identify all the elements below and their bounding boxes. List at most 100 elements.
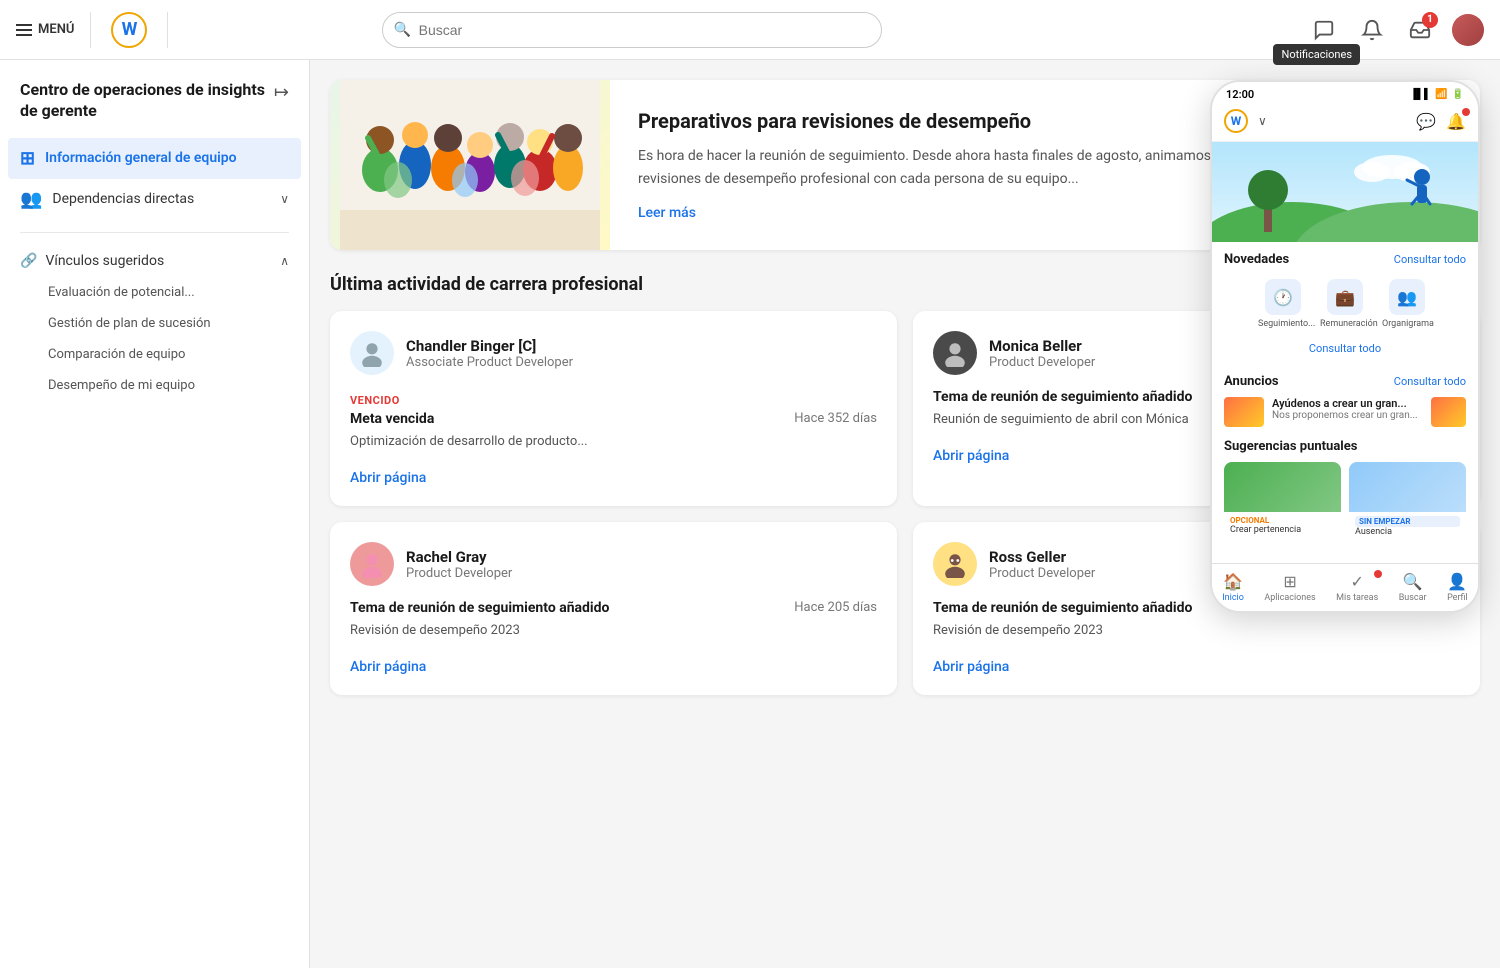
mobile-news-item-0[interactable]: 🕐 Seguimiento... [1258,279,1308,329]
mobile-suggestion-card-0[interactable]: OPCIONAL Crear pertenencia [1224,462,1341,541]
mobile-sugerencias-header: Sugerencias puntuales [1224,439,1466,454]
mobile-header-icons: 💬 🔔 [1416,112,1466,131]
mobile-nav-aplicaciones-label: Aplicaciones [1264,593,1315,603]
mobile-news-icons: 🕐 Seguimiento... 💼 Remuneración 👥 Organi… [1224,275,1466,337]
suggested-links-header[interactable]: 🔗 Vínculos sugeridos ∧ [0,245,309,277]
pin-button[interactable]: ↦ [274,82,289,103]
card-activity-row-chandler: Meta vencida Hace 352 días [350,411,877,427]
mobile-suggestion-name-1: Ausencia [1355,527,1460,537]
person-role-rachel: Product Developer [406,566,877,581]
avatar-chandler [350,331,394,375]
mobile-time: 12:00 [1226,88,1254,101]
sidebar: Centro de operaciones de insights de ger… [0,60,310,968]
activity-card-rachel: Rachel Gray Product Developer Tema de re… [330,522,897,695]
user-avatar[interactable] [1452,14,1484,46]
mobile-suggestion-label-1: SIN EMPEZAR Ausencia [1349,512,1466,541]
signal-icon: ▐▌▌ [1410,89,1431,100]
sidebar-item-label: Información general de equipo [45,150,237,166]
search-input[interactable] [382,12,882,48]
mobile-nav-inicio-label: Inicio [1222,593,1244,603]
nav-icons: 1 [1308,14,1484,46]
notifications-button[interactable] [1356,14,1388,46]
mobile-suggestion-img-1 [1349,462,1466,512]
mobile-nav-perfil[interactable]: 👤 Perfil [1447,572,1468,603]
card-activity-row-rachel: Tema de reunión de seguimiento añadido H… [350,600,877,616]
mobile-novedades-link[interactable]: Consultar todo [1394,253,1466,266]
mobile-news-item-2[interactable]: 👥 Organigrama [1382,279,1432,329]
hamburger-icon [16,24,32,36]
mobile-suggestion-card-1[interactable]: SIN EMPEZAR Ausencia [1349,462,1466,541]
chevron-up-icon: ∧ [280,254,289,268]
card-activity-title-monica: Tema de reunión de seguimiento añadido [933,389,1192,405]
mobile-header: W ∨ 💬 🔔 [1212,105,1478,142]
news-label-seguimiento: Seguimiento... [1258,319,1308,329]
card-link-monica[interactable]: Abrir página [933,448,1009,464]
avatar-ross [933,542,977,586]
mobile-announcement-text: Ayúdenos a crear un gran... Nos proponem… [1272,397,1423,421]
mobile-novedades-header: Novedades Consultar todo [1224,252,1466,267]
person-name-rachel: Rachel Gray [406,548,877,566]
chat-button[interactable] [1308,14,1340,46]
card-days-chandler: Hace 352 días [794,411,877,426]
news-icon-seguimiento: 🕐 [1265,279,1301,315]
card-person-rachel: Rachel Gray Product Developer [350,542,877,586]
hero-read-more-link[interactable]: Leer más [638,205,696,221]
tasks-badge-dot [1374,570,1382,578]
sidebar-item-dependencias[interactable]: 👥 Dependencias directas ∨ [0,179,309,220]
mobile-announcement-image [1224,397,1264,427]
mobile-chat-icon[interactable]: 💬 [1416,112,1436,131]
app-logo[interactable]: W [90,12,168,48]
mobile-anuncios-link[interactable]: Consultar todo [1394,375,1466,388]
link-icon: 🔗 [20,253,37,269]
menu-label: MENÚ [38,22,74,37]
sidebar-subitem-1[interactable]: Gestión de plan de sucesión [20,308,289,339]
sidebar-subitem-2[interactable]: Comparación de equipo [20,339,289,370]
mobile-status-icons: ▐▌▌ 📶 🔋 [1410,89,1464,100]
profile-icon: 👤 [1447,572,1467,591]
person-info-rachel: Rachel Gray Product Developer [406,548,877,581]
mobile-suggestion-label-0: OPCIONAL Crear pertenencia [1224,512,1341,539]
mobile-announcement-title: Ayúdenos a crear un gran... [1272,397,1423,410]
person-info-chandler: Chandler Binger [C] Associate Product De… [406,337,877,370]
top-navigation: MENÚ W 🔍 1 Notificaciones [0,0,1500,60]
search-icon: 🔍 [394,22,411,38]
menu-button[interactable]: MENÚ [16,22,90,37]
inbox-button[interactable]: 1 [1404,14,1436,46]
grid-icon: ⊞ [20,148,35,169]
sidebar-item-info-general[interactable]: ⊞ Información general de equipo [8,138,301,179]
card-person-chandler: Chandler Binger [C] Associate Product De… [350,331,877,375]
mobile-anuncios-header: Anuncios Consultar todo [1224,374,1466,389]
mobile-sugerencias-section: Sugerencias puntuales OPCIONAL Crear per… [1224,439,1466,541]
mobile-anuncios-section: Anuncios Consultar todo Ayúdenos a crear… [1224,374,1466,427]
people-icon: 👥 [20,189,42,210]
mobile-news-item-1[interactable]: 💼 Remuneración [1320,279,1370,329]
news-label-remuneracion: Remuneración [1320,319,1370,329]
mobile-nav-inicio[interactable]: 🏠 Inicio [1222,572,1244,603]
card-link-chandler[interactable]: Abrir página [350,470,426,486]
sidebar-subitem-3[interactable]: Desempeño de mi equipo [20,370,289,401]
card-link-ross[interactable]: Abrir página [933,659,1009,675]
mobile-novedades-consultar-link[interactable]: Consultar todo [1309,342,1381,355]
mobile-nav-perfil-label: Perfil [1447,593,1468,603]
mobile-nav-buscar[interactable]: 🔍 Buscar [1399,572,1427,603]
mobile-nav-mis-tareas[interactable]: ✓ Mis tareas [1336,572,1378,603]
apps-icon: ⊞ [1283,572,1296,591]
person-name-chandler: Chandler Binger [C] [406,337,877,355]
card-link-rachel[interactable]: Abrir página [350,659,426,675]
mobile-novedades-section: Novedades Consultar todo 🕐 Seguimiento..… [1224,252,1466,362]
mobile-bell-icon[interactable]: 🔔 [1446,112,1466,131]
search-nav-icon: 🔍 [1403,572,1423,591]
suggested-links-label: Vínculos sugeridos [45,253,164,269]
logo-circle: W [111,12,147,48]
mobile-novedades-title: Novedades [1224,252,1289,267]
suggested-links-list: Evaluación de potencial... Gestión de pl… [0,277,309,401]
avatar-monica [933,331,977,375]
card-activity-desc-rachel: Revisión de desempeño 2023 [350,622,877,640]
mobile-logo: W [1224,109,1248,133]
sidebar-subitem-0[interactable]: Evaluación de potencial... [20,277,289,308]
card-activity-title-rachel: Tema de reunión de seguimiento añadido [350,600,609,616]
mobile-announcement-image2 [1431,397,1466,427]
mobile-announcement: Ayúdenos a crear un gran... Nos proponem… [1224,397,1466,427]
mobile-status-bar: 12:00 ▐▌▌ 📶 🔋 [1212,82,1478,105]
mobile-nav-aplicaciones[interactable]: ⊞ Aplicaciones [1264,572,1315,603]
